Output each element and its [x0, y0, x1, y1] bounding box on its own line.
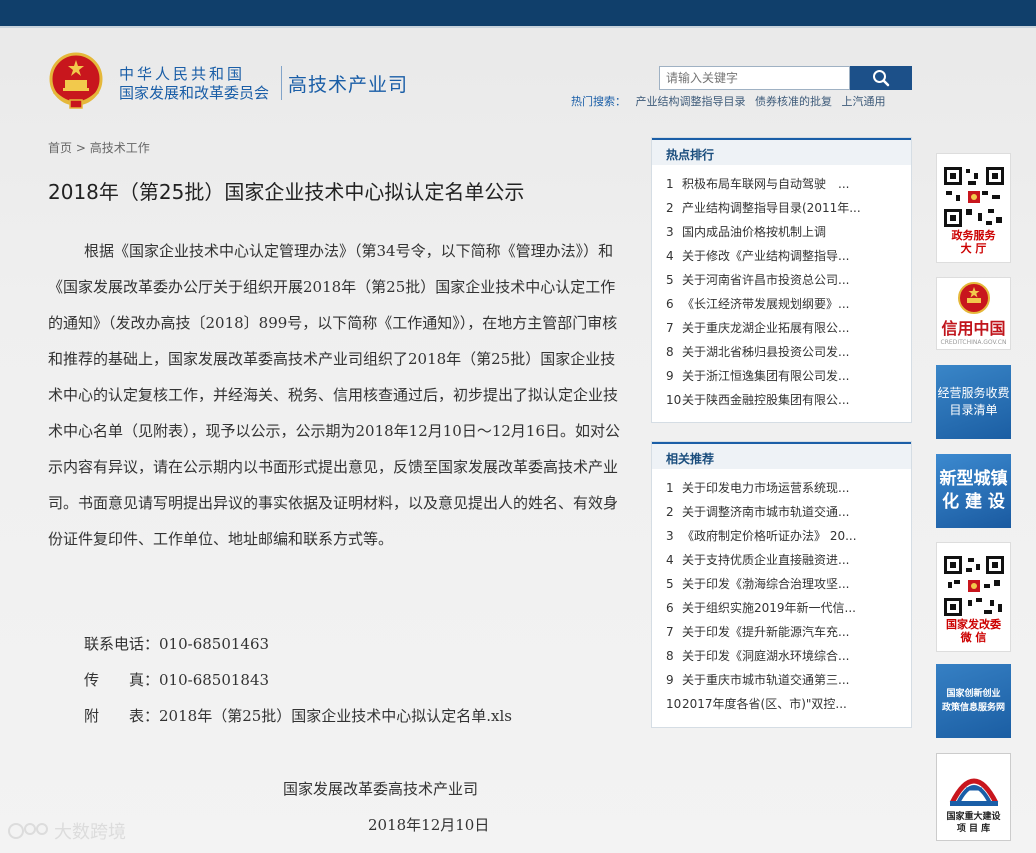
- fee-list-banner[interactable]: 经营服务收费 目录清单: [936, 365, 1011, 439]
- related-list: 1 关于印发电力市场运营系统现... 2 关于调整济南市城市轨道交通... 3 《政府…: [652, 469, 911, 719]
- emblem-icon: [957, 282, 990, 314]
- search-input[interactable]: [659, 66, 850, 90]
- list-item[interactable]: 10关于陕西金融控股集团有限公...: [652, 391, 902, 415]
- credit-china-title: 信用中国: [941, 319, 1006, 338]
- signature-org: 国家发展改革委高技术产业司: [283, 780, 479, 798]
- list-item[interactable]: 8 关于湖北省秭归县投资公司发...: [652, 343, 902, 367]
- list-item[interactable]: 3 《政府制定价格听证办法》 20...: [652, 527, 902, 551]
- gov-service-banner[interactable]: 政务服务 大 厅: [936, 153, 1011, 263]
- list-item[interactable]: 7 关于印发《提升新能源汽车充...: [652, 623, 902, 647]
- article-title: 2018年（第25批）国家企业技术中心拟认定名单公示: [48, 180, 525, 204]
- list-item[interactable]: 102017年度各省(区、市)"双控...: [652, 695, 902, 719]
- hot-search-bar: 热门搜索： 产业结构调整指导目录 债券核准的批复 上汽通用: [571, 93, 892, 109]
- wechat-caption: 国家发改委 微 信: [946, 618, 1001, 644]
- innovation-banner[interactable]: 国家创新创业 政策信息服务网: [936, 664, 1011, 738]
- breadcrumb-section[interactable]: 高技术工作: [90, 141, 150, 155]
- hot-ranking-list: 1 积极布局车联网与自动驾驶 ... 2 产业结构调整指导目录(2011年... 3…: [652, 165, 911, 415]
- hot-keyword[interactable]: 产业结构调整指导目录: [636, 95, 746, 108]
- top-bar: [0, 0, 1036, 26]
- top-bar-divider: [0, 26, 1036, 28]
- contact-phone: 联系电话：010-68501463: [84, 635, 270, 653]
- list-item[interactable]: 5 关于河南省许昌市投资总公司...: [652, 271, 902, 295]
- contact-fax: 传 真：010-68501843: [84, 671, 270, 689]
- list-item[interactable]: 9 关于浙江恒逸集团有限公司发...: [652, 367, 902, 391]
- hot-ranking-panel: 热点排行 1 积极布局车联网与自动驾驶 ... 2 产业结构调整指导目录(2011年…: [651, 137, 912, 423]
- list-item[interactable]: 6 《长江经济带发展规划纲要》...: [652, 295, 902, 319]
- list-item[interactable]: 4 关于修改《产业结构调整指导...: [652, 247, 902, 271]
- list-item[interactable]: 2 关于调整济南市城市轨道交通...: [652, 503, 902, 527]
- org-name: 中华人民共和国: [119, 65, 246, 83]
- credit-china-url: CREDITCHINA.GOV.CN: [940, 339, 1007, 346]
- hot-keyword[interactable]: 上汽通用: [842, 95, 886, 108]
- major-projects-banner[interactable]: 国家重大建设 项 目 库: [936, 753, 1011, 841]
- breadcrumb-home[interactable]: 首页: [48, 141, 72, 155]
- article-paragraph: 根据《国家企业技术中心认定管理办法》（第34号令，以下简称《管理办法》）和《国家…: [48, 242, 621, 548]
- list-item[interactable]: 6 关于组织实施2019年新一代信...: [652, 599, 902, 623]
- list-item[interactable]: 9 关于重庆市城市轨道交通第三...: [652, 671, 902, 695]
- list-item[interactable]: 1 积极布局车联网与自动驾驶 ...: [652, 175, 902, 199]
- search-icon: [873, 70, 890, 87]
- list-item[interactable]: 8 关于印发《洞庭湖水环境综合...: [652, 647, 902, 671]
- wechat-banner[interactable]: 国家发改委 微 信: [936, 542, 1011, 652]
- national-emblem-icon[interactable]: [48, 52, 104, 110]
- list-item[interactable]: 1 关于印发电力市场运营系统现...: [652, 479, 902, 503]
- related-panel: 相关推荐 1 关于印发电力市场运营系统现... 2 关于调整济南市城市轨道交通...…: [651, 441, 912, 728]
- gov-service-caption: 政务服务 大 厅: [951, 229, 996, 255]
- search-button[interactable]: [850, 66, 912, 90]
- list-item[interactable]: 3 国内成品油价格按机制上调: [652, 223, 902, 247]
- department-name[interactable]: 高技术产业司: [288, 70, 408, 97]
- signature-date: 2018年12月10日: [368, 816, 490, 834]
- ministry-name: 国家发展和改革委员会: [119, 84, 270, 102]
- list-item[interactable]: 5 关于印发《渤海综合治理攻坚...: [652, 575, 902, 599]
- hot-search-label: 热门搜索：: [571, 95, 626, 108]
- related-title: 相关推荐: [652, 442, 911, 469]
- list-item[interactable]: 2 产业结构调整指导目录(2011年...: [652, 199, 902, 223]
- major-projects-caption: 国家重大建设 项 目 库: [946, 812, 1001, 834]
- watermark-logo-icon: [8, 823, 48, 839]
- hot-ranking-title: 热点排行: [652, 138, 911, 165]
- watermark: 大数跨境: [8, 818, 126, 844]
- attachment-line: 附 表：2018年（第25批）国家企业技术中心拟认定名单.xls: [84, 705, 512, 726]
- hot-keyword[interactable]: 债券核准的批复: [755, 95, 832, 108]
- qr-code-icon: [941, 165, 1006, 229]
- attachment-link[interactable]: 2018年（第25批）国家企业技术中心拟认定名单.xls: [159, 707, 512, 725]
- breadcrumb-separator: >: [75, 141, 86, 155]
- watermark-text: 大数跨境: [54, 822, 126, 843]
- header-divider: [281, 66, 282, 100]
- article-body: 根据《国家企业技术中心认定管理办法》（第34号令，以下简称《管理办法》）和《国家…: [48, 233, 628, 557]
- list-item[interactable]: 4 关于支持优质企业直接融资进...: [652, 551, 902, 575]
- list-item[interactable]: 7 关于重庆龙湖企业拓展有限公...: [652, 319, 902, 343]
- breadcrumb: 首页 > 高技术工作: [48, 139, 150, 156]
- credit-china-banner[interactable]: 信用中国 CREDITCHINA.GOV.CN: [936, 277, 1011, 350]
- qr-code-icon: [941, 554, 1006, 618]
- attachment-label: 附 表：: [84, 707, 160, 725]
- urbanization-banner[interactable]: 新型城镇 化 建 设: [936, 454, 1011, 528]
- major-projects-logo-icon: [949, 778, 998, 806]
